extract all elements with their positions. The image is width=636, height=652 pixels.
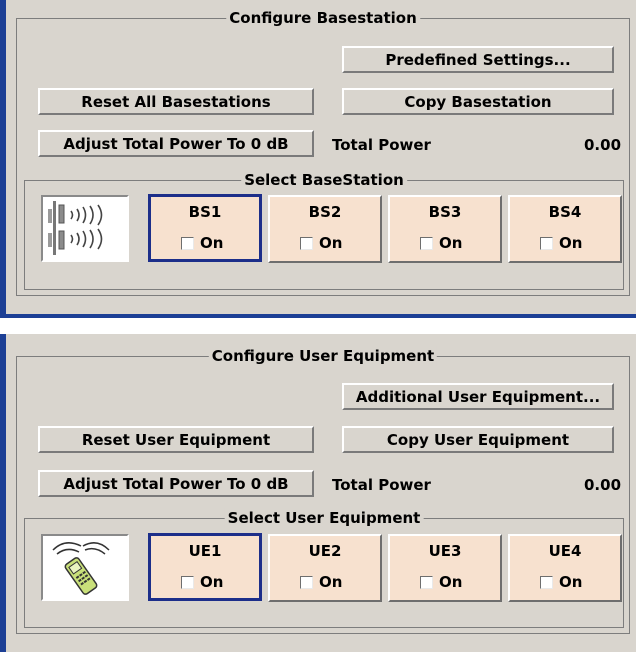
adjust-total-power-button[interactable]: Adjust Total Power To 0 dB [38, 130, 314, 157]
total-power-value: 0.00 [584, 136, 622, 154]
ue3-on-label: On [439, 573, 463, 591]
ue3-on-checkbox[interactable]: On [420, 573, 462, 591]
reset-all-basestations-button[interactable]: Reset All Basestations [38, 88, 314, 115]
ue3-label: UE3 [428, 542, 462, 560]
bs2-on-checkbox[interactable]: On [300, 234, 342, 252]
total-power-value: 0.00 [584, 476, 622, 494]
select-user-equipment-title: Select User Equipment [224, 508, 424, 528]
adjust-total-power-button[interactable]: Adjust Total Power To 0 dB [38, 470, 314, 497]
checkbox-box[interactable] [420, 575, 433, 589]
ue4-on-label: On [559, 573, 583, 591]
reset-user-equipment-button[interactable]: Reset User Equipment [38, 426, 314, 453]
ue2-label: UE2 [308, 542, 342, 560]
ue4-on-checkbox[interactable]: On [540, 573, 582, 591]
checkbox-box[interactable] [420, 236, 433, 250]
ue2-card[interactable]: UE2 On [268, 534, 382, 602]
mobile-phone-icon [41, 534, 129, 601]
panel-left-border [0, 0, 6, 318]
antenna-mast-icon [41, 195, 129, 262]
bs4-label: BS4 [548, 203, 582, 221]
bs3-label: BS3 [428, 203, 462, 221]
ue4-card[interactable]: UE4 On [508, 534, 622, 602]
ue1-label: UE1 [188, 542, 222, 560]
bs1-label: BS1 [188, 203, 222, 221]
checkbox-box[interactable] [300, 575, 313, 589]
checkbox-box[interactable] [181, 575, 194, 589]
bs4-card[interactable]: BS4 On [508, 195, 622, 263]
additional-user-equipment-button[interactable]: Additional User Equipment... [342, 383, 614, 410]
ue1-on-checkbox[interactable]: On [181, 573, 223, 591]
configure-user-equipment-title: Configure User Equipment [208, 346, 438, 366]
select-basestation-title: Select BaseStation [241, 170, 407, 190]
bs1-on-label: On [200, 234, 224, 252]
bs4-on-checkbox[interactable]: On [540, 234, 582, 252]
configure-basestation-title: Configure Basestation [226, 8, 420, 28]
ue4-label: UE4 [548, 542, 582, 560]
bs3-on-label: On [439, 234, 463, 252]
bs3-card[interactable]: BS3 On [388, 195, 502, 263]
panel-left-border [0, 334, 6, 652]
basestation-panel: Configure Basestation Predefined Setting… [0, 0, 636, 318]
total-power-label: Total Power [332, 476, 431, 494]
checkbox-box[interactable] [540, 236, 553, 250]
bs2-card[interactable]: BS2 On [268, 195, 382, 263]
predefined-settings-button[interactable]: Predefined Settings... [342, 46, 614, 73]
ue1-on-label: On [200, 573, 224, 591]
bs1-on-checkbox[interactable]: On [181, 234, 223, 252]
checkbox-box[interactable] [181, 236, 194, 250]
checkbox-box[interactable] [300, 236, 313, 250]
bs3-on-checkbox[interactable]: On [420, 234, 462, 252]
ue1-card[interactable]: UE1 On [148, 533, 262, 601]
ue2-on-checkbox[interactable]: On [300, 573, 342, 591]
bs4-on-label: On [559, 234, 583, 252]
copy-basestation-button[interactable]: Copy Basestation [342, 88, 614, 115]
panel-bottom-border [0, 314, 636, 318]
ue2-on-label: On [319, 573, 343, 591]
ue3-card[interactable]: UE3 On [388, 534, 502, 602]
bs2-label: BS2 [308, 203, 342, 221]
bs1-card[interactable]: BS1 On [148, 194, 262, 262]
bs2-on-label: On [319, 234, 343, 252]
user-equipment-panel: Configure User Equipment Additional User… [0, 334, 636, 652]
copy-user-equipment-button[interactable]: Copy User Equipment [342, 426, 614, 453]
checkbox-box[interactable] [540, 575, 553, 589]
total-power-label: Total Power [332, 136, 431, 154]
